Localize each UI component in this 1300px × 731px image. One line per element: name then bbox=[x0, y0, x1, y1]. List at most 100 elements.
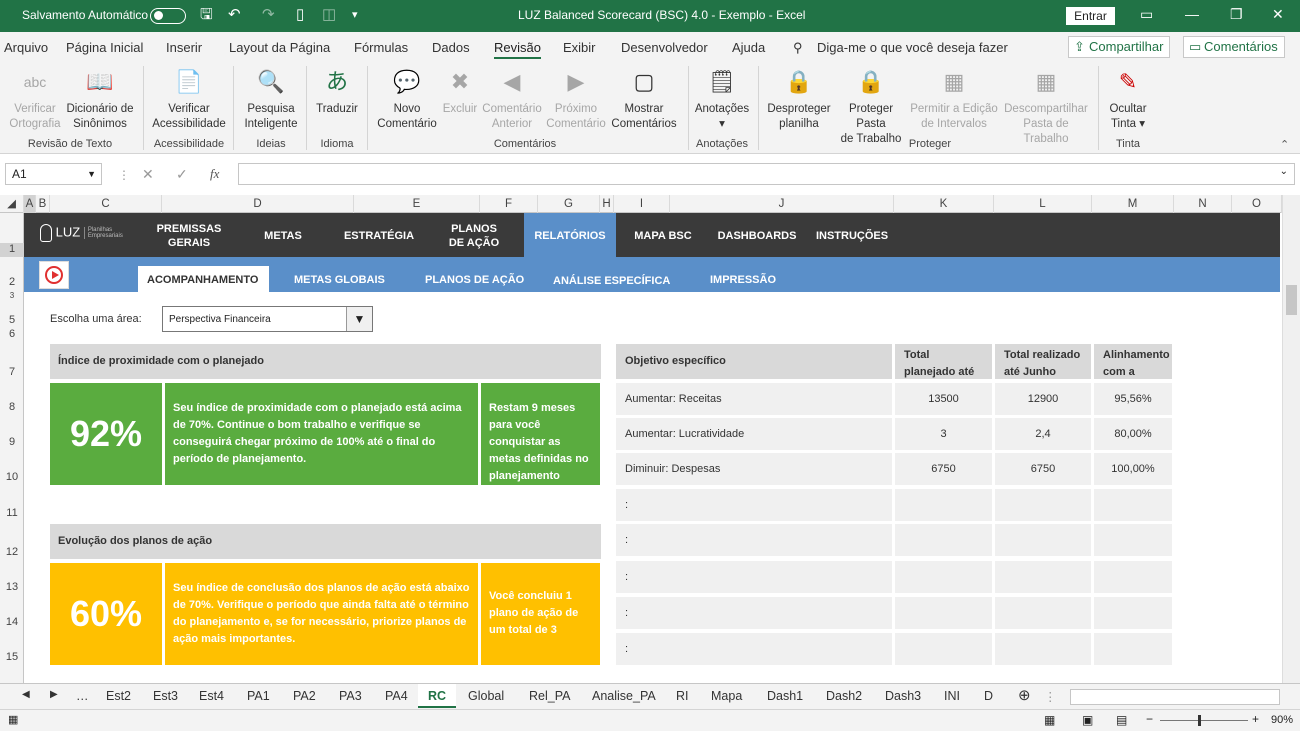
row-header[interactable]: 14 bbox=[0, 616, 24, 628]
row-header[interactable]: 9 bbox=[0, 436, 24, 448]
row-header[interactable]: 10 bbox=[0, 471, 24, 483]
sheet-tab[interactable]: Est3 bbox=[153, 689, 178, 703]
smart-lookup-button[interactable]: 🔍 Pesquisa Inteligente bbox=[240, 66, 302, 132]
nav-planos[interactable]: PLANOS DE AÇÃO bbox=[446, 222, 502, 250]
tab-next-icon[interactable]: ▶ bbox=[50, 689, 58, 700]
sheet-tab[interactable]: Rel_PA bbox=[529, 689, 570, 703]
col-header[interactable]: O bbox=[1232, 195, 1282, 213]
play-icon[interactable] bbox=[39, 261, 69, 289]
customize-qat-icon[interactable]: ▾ bbox=[352, 6, 358, 24]
spelling-button[interactable]: abc Verificar Ortografia bbox=[6, 66, 64, 132]
vertical-scrollbar[interactable] bbox=[1282, 195, 1300, 683]
col-header[interactable]: N bbox=[1174, 195, 1232, 213]
normal-view-icon[interactable]: ▦ bbox=[1044, 713, 1055, 727]
insert-function-icon[interactable]: fx bbox=[210, 166, 219, 182]
menu-pagina-inicial[interactable]: Página Inicial bbox=[66, 40, 143, 55]
col-header[interactable]: D bbox=[162, 195, 354, 213]
autosave-toggle[interactable] bbox=[150, 8, 186, 24]
col-header[interactable]: C bbox=[50, 195, 162, 213]
sheet-tab[interactable]: PA3 bbox=[339, 689, 362, 703]
sheet-tab[interactable]: PA2 bbox=[293, 689, 316, 703]
scroll-thumb[interactable] bbox=[1286, 285, 1297, 315]
menu-inserir[interactable]: Inserir bbox=[166, 40, 202, 55]
close-icon[interactable]: ✕ bbox=[1272, 6, 1284, 23]
zoom-level[interactable]: 90% bbox=[1271, 714, 1293, 726]
tell-me-input[interactable]: Diga-me o que você deseja fazer bbox=[817, 40, 1008, 55]
menu-arquivo[interactable]: Arquivo bbox=[4, 40, 48, 55]
col-header[interactable]: M bbox=[1092, 195, 1174, 213]
row-header[interactable]: 7 bbox=[0, 366, 24, 378]
menu-ajuda[interactable]: Ajuda bbox=[732, 40, 765, 55]
notes-button[interactable]: 🗒 Anotações ▾ bbox=[692, 66, 752, 132]
allow-edit-ranges-button[interactable]: ▦ Permitir a Edição de Intervalos bbox=[908, 66, 1000, 132]
show-comments-button[interactable]: ▢ Mostrar Comentários bbox=[608, 66, 680, 132]
minimize-icon[interactable]: — bbox=[1185, 6, 1199, 22]
menu-revisao[interactable]: Revisão bbox=[494, 40, 541, 59]
menu-formulas[interactable]: Fórmulas bbox=[354, 40, 408, 55]
sheet-tab[interactable]: RI bbox=[676, 689, 689, 703]
sheet-tab[interactable]: Analise_PA bbox=[592, 689, 656, 703]
zoom-out-icon[interactable]: − bbox=[1146, 712, 1153, 726]
signin-button[interactable]: Entrar bbox=[1066, 7, 1115, 25]
zoom-in-icon[interactable]: + bbox=[1252, 712, 1259, 726]
sheet-tab[interactable]: Est2 bbox=[106, 689, 131, 703]
menu-exibir[interactable]: Exibir bbox=[563, 40, 596, 55]
sheet-tab[interactable]: PA1 bbox=[247, 689, 270, 703]
zoom-thumb[interactable] bbox=[1198, 715, 1201, 726]
nav-instrucoes[interactable]: INSTRUÇÕES bbox=[812, 229, 892, 243]
menu-dados[interactable]: Dados bbox=[432, 40, 470, 55]
nav-metas[interactable]: METAS bbox=[258, 229, 308, 243]
col-header[interactable]: F bbox=[480, 195, 538, 213]
save-icon[interactable]: 🖫 bbox=[200, 6, 213, 24]
col-header[interactable]: L bbox=[994, 195, 1092, 213]
nav-premissas[interactable]: PREMISSAS GERAIS bbox=[150, 222, 228, 250]
previous-comment-button[interactable]: ◀ Comentário Anterior bbox=[480, 66, 544, 132]
thesaurus-button[interactable]: 📖 Dicionário de Sinônimos bbox=[64, 66, 136, 132]
nav-dashboards[interactable]: DASHBOARDS bbox=[714, 229, 800, 243]
col-header[interactable]: A bbox=[24, 195, 36, 213]
col-header[interactable]: H bbox=[600, 195, 614, 213]
row-header[interactable]: 5 bbox=[0, 314, 24, 326]
zoom-slider[interactable] bbox=[1160, 720, 1248, 721]
nav-estrategia[interactable]: ESTRATÉGIA bbox=[340, 229, 418, 243]
enter-icon[interactable]: ✓ bbox=[176, 166, 188, 183]
menu-desenvolvedor[interactable]: Desenvolvedor bbox=[621, 40, 708, 55]
row-header[interactable]: 8 bbox=[0, 401, 24, 413]
menu-layout[interactable]: Layout da Página bbox=[229, 40, 330, 55]
col-header[interactable]: B bbox=[36, 195, 50, 213]
sheet-tab[interactable]: Mapa bbox=[711, 689, 742, 703]
collapse-ribbon-icon[interactable]: ⌃ bbox=[1280, 138, 1289, 151]
row-header[interactable]: 6 bbox=[0, 328, 24, 340]
sheet-tab[interactable]: INI bbox=[944, 689, 960, 703]
subnav-analise[interactable]: ANÁLISE ESPECÍFICA bbox=[553, 275, 670, 287]
unshare-workbook-button[interactable]: ▦ Descompartilhar Pasta de Trabalho bbox=[1000, 66, 1092, 147]
document-icon[interactable]: ▯ bbox=[296, 6, 304, 24]
row-header[interactable]: 3 bbox=[0, 291, 24, 300]
comments-button[interactable]: ▭ Comentários bbox=[1183, 36, 1285, 58]
tab-more-icon[interactable]: … bbox=[76, 689, 89, 703]
sheet-tab[interactable]: Dash2 bbox=[826, 689, 862, 703]
area-select[interactable]: Perspectiva Financeira ▼ bbox=[162, 306, 373, 332]
col-header[interactable]: E bbox=[354, 195, 480, 213]
sheet-tab[interactable]: Global bbox=[468, 689, 504, 703]
sheet-tab[interactable]: Dash3 bbox=[885, 689, 921, 703]
share-button[interactable]: ⇪ Compartilhar bbox=[1068, 36, 1171, 58]
sheet-tab[interactable]: PA4 bbox=[385, 689, 408, 703]
undo-icon[interactable]: ↶ bbox=[228, 6, 241, 24]
next-comment-button[interactable]: ▶ Próximo Comentário bbox=[544, 66, 608, 132]
camera-icon[interactable]: ◫ bbox=[322, 6, 336, 24]
row-header[interactable]: 2 bbox=[0, 276, 24, 288]
select-all[interactable]: ◢ bbox=[0, 195, 24, 213]
unprotect-sheet-button[interactable]: 🔒 Desproteger planilha bbox=[764, 66, 834, 132]
sheet-tab[interactable]: Dash1 bbox=[767, 689, 803, 703]
add-sheet-icon[interactable]: ⊕ bbox=[1018, 686, 1031, 704]
sheet-tab[interactable]: RC bbox=[418, 684, 457, 708]
subnav-metas-globais[interactable]: METAS GLOBAIS bbox=[294, 274, 385, 286]
row-header[interactable]: 13 bbox=[0, 581, 24, 593]
col-header[interactable]: I bbox=[614, 195, 670, 213]
nav-mapa-bsc[interactable]: MAPA BSC bbox=[630, 229, 696, 243]
col-header[interactable]: K bbox=[894, 195, 994, 213]
redo-icon[interactable]: ↷ bbox=[262, 6, 275, 24]
subnav-impressao[interactable]: IMPRESSÃO bbox=[710, 274, 776, 286]
protect-workbook-button[interactable]: 🔒 Proteger Pasta de Trabalho bbox=[834, 66, 908, 147]
